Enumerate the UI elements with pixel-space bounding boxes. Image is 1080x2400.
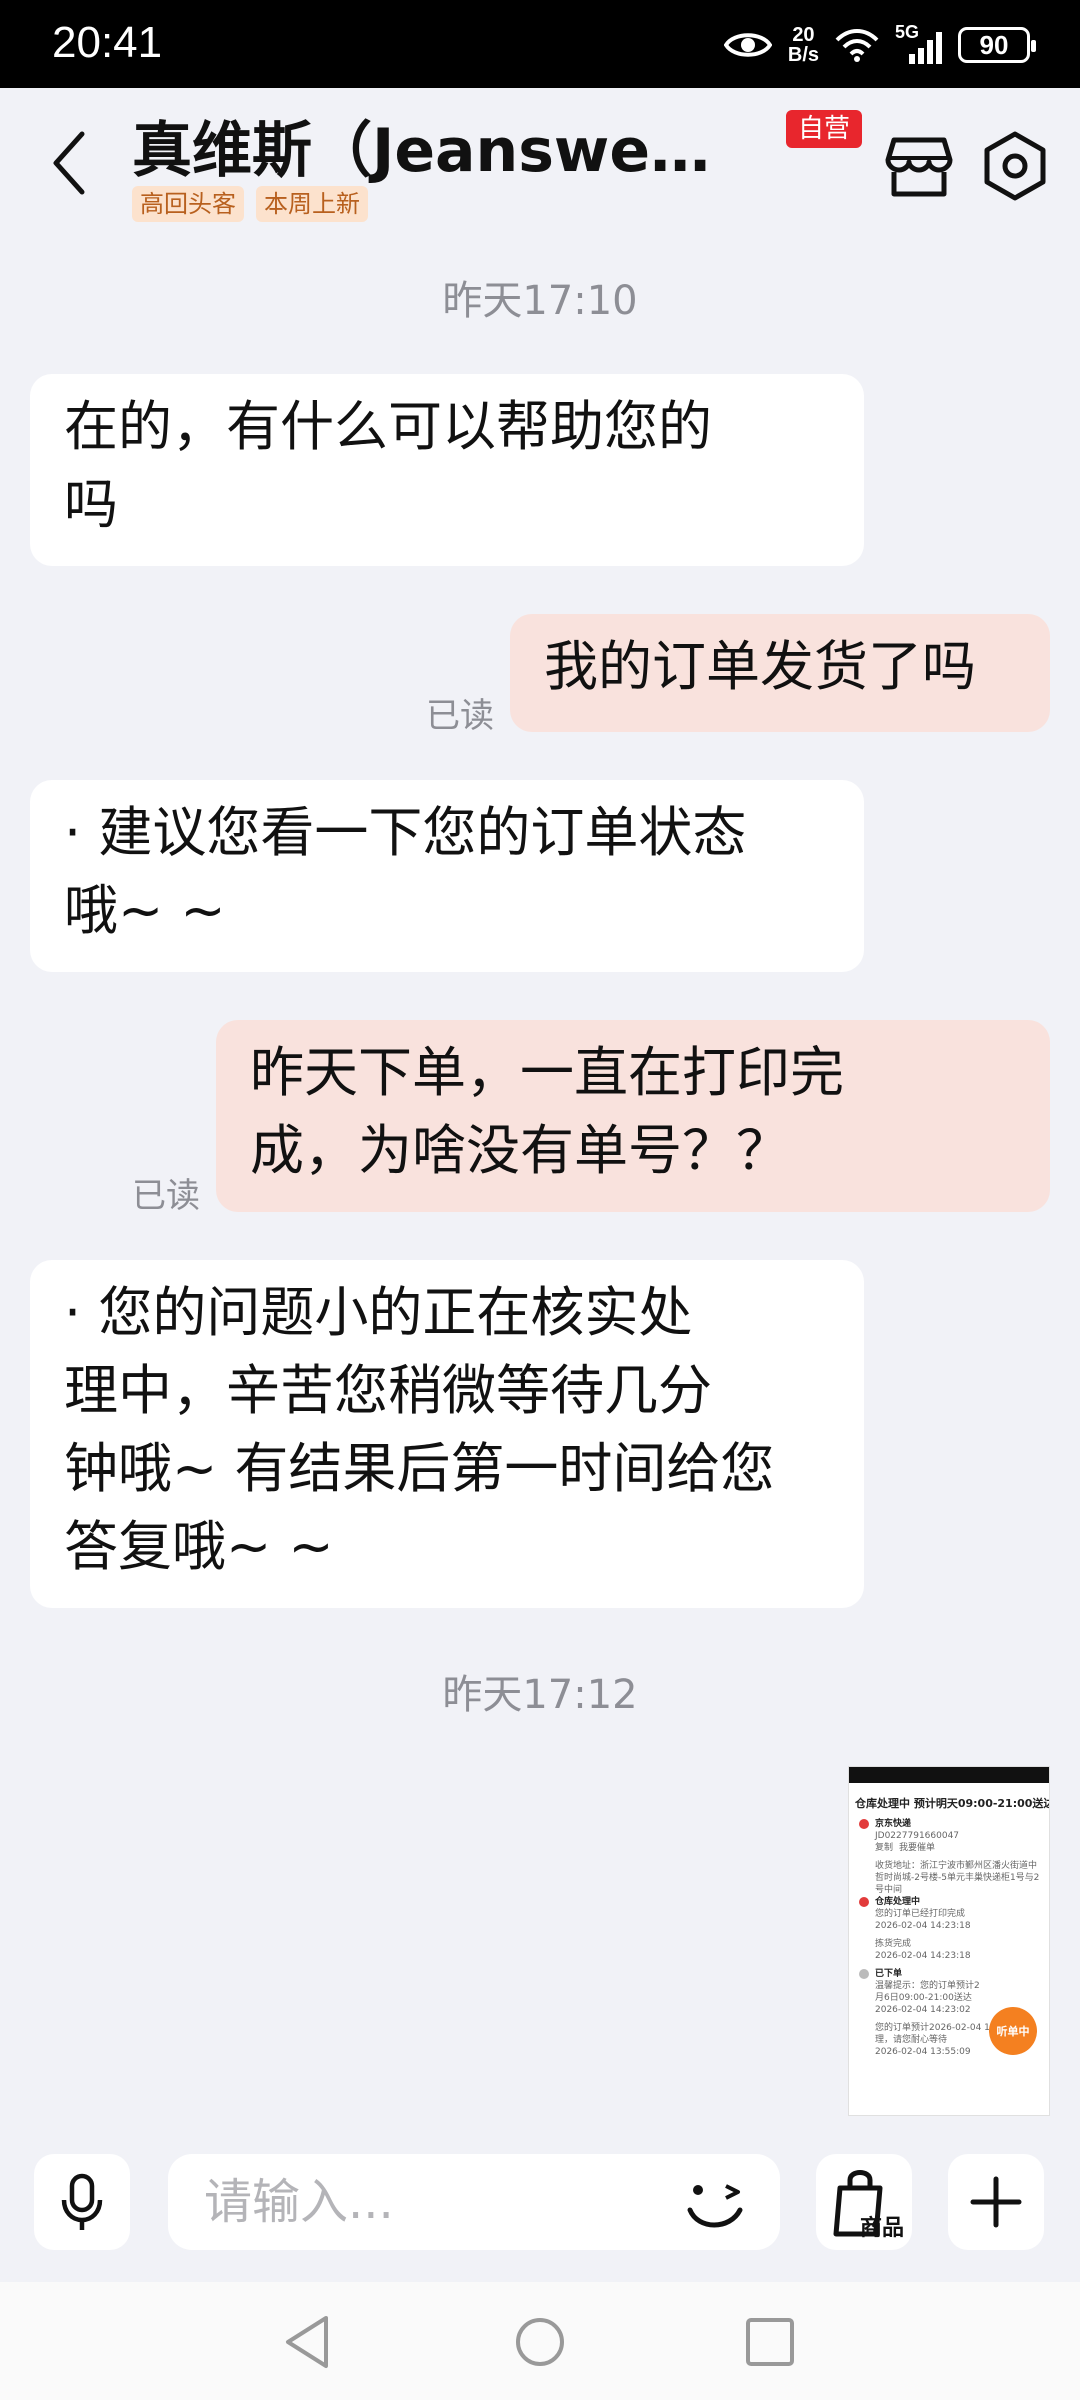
status-time: 20:41 <box>52 18 163 67</box>
message-bubble-outgoing[interactable]: 我的订单发货了吗 <box>510 614 1050 732</box>
shop-title[interactable]: 真维斯（Jeanswest... <box>132 102 732 189</box>
thumbnail-step: 仓库处理中 您的订单已经打印完成 2026-02-04 14:23:18 <box>849 1893 1049 1935</box>
thumbnail-courier-row: 京东快递 JD0227791660047 复制 我要催单 <box>849 1815 1049 1857</box>
thumbnail-step-desc: 温馨提示：您的订单预计2月6日09:00-21:00送达 <box>875 1981 980 2003</box>
settings-icon[interactable] <box>980 130 1050 202</box>
message-line: 吗 <box>64 473 118 536</box>
thumbnail-remind: 我要催单 <box>899 1843 936 1853</box>
thumbnail-address: 收货地址：浙江宁波市鄞州区潘火街道中哲时尚城-2号楼-5单元丰巢快递柜1号与2号… <box>875 1861 1040 1893</box>
net-speed-unit: B/s <box>787 44 819 66</box>
nav-back-icon[interactable] <box>278 2312 338 2372</box>
product-label: 商品 <box>860 2216 905 2241</box>
message-line: · 您的问题小的正在核实处 <box>64 1281 693 1344</box>
read-status: 已读 <box>132 1176 200 1216</box>
product-button[interactable]: 商品 <box>816 2154 912 2250</box>
thumbnail-courier: 京东快递 <box>875 1819 912 1829</box>
plus-icon <box>970 2176 1022 2228</box>
status-icons: 20 B/s 5G 90 <box>723 20 1036 70</box>
status-dot <box>859 1969 869 1979</box>
battery-indicator: 90 <box>958 27 1036 63</box>
message-line: 钟哦~ 有结果后第一时间给您 <box>64 1437 775 1500</box>
wifi-icon <box>835 29 879 62</box>
thumbnail-header: 仓库处理中 预计明天09:00-21:00送达 <box>855 1797 1049 1810</box>
chat-header: 真维斯（Jeanswest... 自营 高回头客 本周上新 <box>0 88 1080 238</box>
thumbnail-step-desc: 拣货完成 <box>875 1939 912 1949</box>
thumbnail-step: 拣货完成 2026-02-04 14:23:18 <box>849 1935 1049 1965</box>
message-bubble-incoming[interactable]: · 您的问题小的正在核实处 理中，辛苦您稍微等待几分 钟哦~ 有结果后第一时间给… <box>30 1260 864 1608</box>
message-line: 哦~ ~ <box>64 879 226 942</box>
system-nav-bar <box>0 2282 1080 2400</box>
store-icon[interactable] <box>884 132 954 202</box>
listening-badge: 听单中 <box>989 2007 1037 2055</box>
message-bubble-incoming[interactable]: · 建议您看一下您的订单状态 哦~ ~ <box>30 780 864 972</box>
message-line: 在的，有什么可以帮助您的 <box>64 395 712 458</box>
back-arrow-icon[interactable] <box>44 128 94 198</box>
thumbnail-step-title: 仓库处理中 <box>875 1897 921 1907</box>
shop-tag: 本周上新 <box>256 186 368 222</box>
chat-timestamp: 昨天17:12 <box>442 1672 638 1718</box>
nav-recents-icon[interactable] <box>740 2312 800 2372</box>
input-bar: 商品 <box>0 2128 1080 2278</box>
status-dot <box>859 1819 869 1829</box>
status-dot <box>859 1897 869 1907</box>
self-operated-badge: 自营 <box>786 110 863 148</box>
chat-timestamp: 昨天17:10 <box>442 278 638 324</box>
shop-tags: 高回头客 本周上新 <box>132 186 368 222</box>
net-speed: 20 B/s <box>788 25 819 65</box>
message-line: 答复哦~ ~ <box>64 1515 334 1578</box>
thumbnail-status-bar <box>849 1767 1049 1783</box>
message-bubble-incoming[interactable]: 在的，有什么可以帮助您的 吗 <box>30 374 864 566</box>
nav-home-icon[interactable] <box>510 2312 570 2372</box>
signal-indicator: 5G <box>895 22 942 64</box>
thumbnail-copy: 复制 <box>875 1843 894 1853</box>
message-line: 理中，辛苦您稍微等待几分 <box>64 1359 712 1422</box>
read-status: 已读 <box>426 696 494 736</box>
status-bar: 20:41 20 B/s 5G 90 <box>0 0 1080 88</box>
message-bubble-outgoing[interactable]: 昨天下单，一直在打印完 成，为啥没有单号？？ <box>216 1020 1050 1212</box>
message-line: 我的订单发货了吗 <box>544 635 976 698</box>
shop-tag: 高回头客 <box>132 186 244 222</box>
network-type: 5G <box>895 22 920 42</box>
battery-level: 90 <box>979 29 1009 60</box>
message-line: 昨天下单，一直在打印完 <box>250 1041 844 1104</box>
thumbnail-step-time: 2026-02-04 14:23:18 <box>875 1921 971 1931</box>
thumbnail-step-title: 已下单 <box>875 1969 903 1979</box>
message-line: 成，为啥没有单号？？ <box>250 1119 790 1182</box>
thumbnail-step-time: 2026-02-04 14:23:18 <box>875 1951 971 1961</box>
thumbnail-tracking: JD0227791660047 <box>875 1831 960 1841</box>
emoji-icon[interactable] <box>680 2172 750 2236</box>
eye-icon <box>723 33 772 57</box>
net-speed-value: 20 <box>792 24 815 46</box>
voice-button[interactable] <box>34 2154 130 2250</box>
message-line: · 建议您看一下您的订单状态 <box>64 801 747 864</box>
microphone-icon <box>61 2173 103 2230</box>
thumbnail-step-desc: 您的订单已经打印完成 <box>875 1909 966 1919</box>
more-button[interactable] <box>948 2154 1044 2250</box>
image-message[interactable]: 仓库处理中 预计明天09:00-21:00送达 京东快递 JD022779166… <box>848 1766 1050 2116</box>
